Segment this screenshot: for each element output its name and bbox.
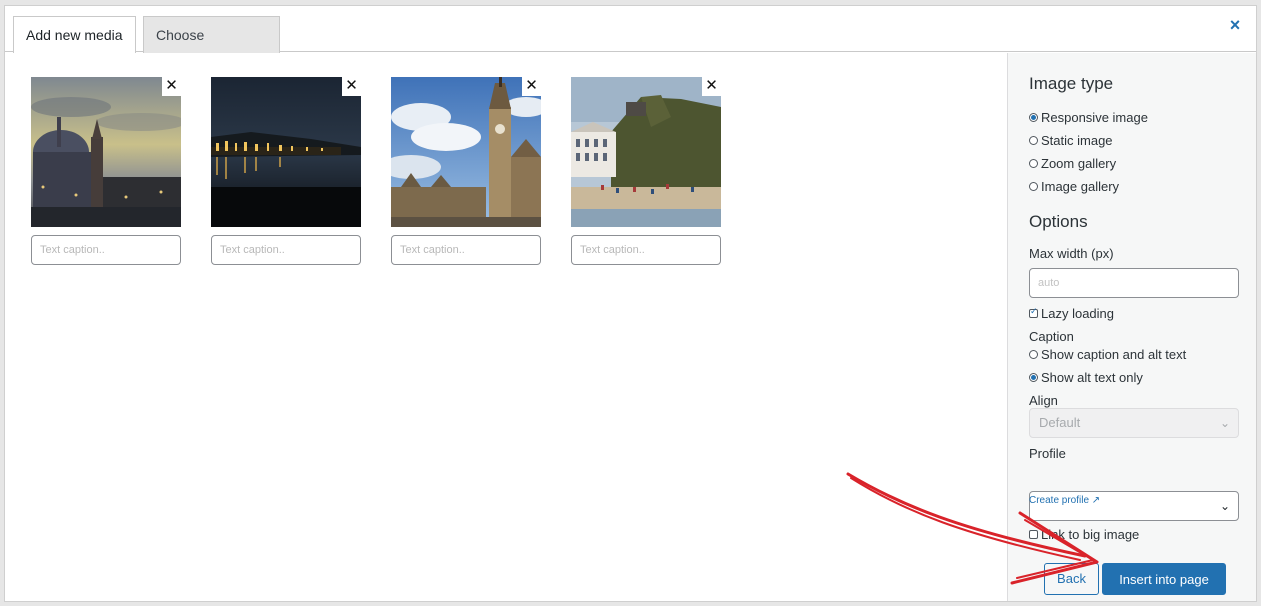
- media-item: ✕: [391, 77, 541, 265]
- media-grid: ✕ Text caption.. ✕ Text caption.. ✕ Text…: [5, 53, 1007, 601]
- caption-input[interactable]: [31, 235, 181, 265]
- radio-icon[interactable]: [1029, 135, 1038, 145]
- lazy-loading-checkbox[interactable]: Lazy loading: [1029, 305, 1114, 321]
- caption-input[interactable]: [391, 235, 541, 265]
- link-big-image-checkbox[interactable]: Link to big image: [1029, 526, 1139, 542]
- chevron-down-icon: ⌄: [1219, 499, 1230, 513]
- radio-label: Show caption and alt text: [1041, 346, 1187, 362]
- remove-image-icon[interactable]: ✕: [702, 77, 721, 96]
- media-thumbnail-cathedral: ✕: [31, 77, 181, 227]
- checkbox-label: Lazy loading: [1041, 305, 1114, 321]
- tab-bar: Add new media Choose shortcode ×: [5, 6, 1256, 79]
- align-value: Default: [1039, 415, 1081, 430]
- create-profile-link[interactable]: Create profile ↗: [1029, 495, 1100, 506]
- radio-responsive-image[interactable]: Responsive image: [1029, 109, 1148, 125]
- max-width-label: Max width (px): [1029, 246, 1114, 261]
- radio-label: Responsive image: [1041, 109, 1148, 125]
- radio-label: Show alt text only: [1041, 369, 1143, 385]
- radio-label: Image gallery: [1041, 178, 1120, 194]
- radio-show-caption-and-alt[interactable]: Show caption and alt text: [1029, 346, 1186, 362]
- radio-show-alt-only[interactable]: Show alt text only: [1029, 369, 1143, 385]
- tab-choose-shortcode[interactable]: Choose shortcode: [143, 16, 280, 79]
- remove-image-icon[interactable]: ✕: [162, 77, 181, 96]
- media-item: ✕: [31, 77, 181, 265]
- caption-input[interactable]: [571, 235, 721, 265]
- max-width-input[interactable]: [1029, 268, 1239, 298]
- radio-label: Static image: [1041, 132, 1113, 148]
- radio-label: Zoom gallery: [1041, 155, 1117, 171]
- caption-label: Caption: [1029, 329, 1074, 344]
- media-item: ✕: [571, 77, 721, 265]
- radio-icon[interactable]: [1029, 112, 1038, 122]
- radio-icon[interactable]: [1029, 349, 1038, 359]
- options-heading: Options: [1029, 212, 1088, 231]
- checkbox-icon[interactable]: [1029, 529, 1038, 539]
- remove-image-icon[interactable]: ✕: [342, 77, 361, 96]
- checkbox-label: Link to big image: [1041, 526, 1140, 542]
- caption-input[interactable]: [211, 235, 361, 265]
- back-button[interactable]: Back: [1044, 563, 1099, 595]
- media-thumbnail-belfry: ✕: [391, 77, 541, 227]
- settings-sidebar: Image type Responsive image Static image…: [1007, 53, 1256, 601]
- radio-icon[interactable]: [1029, 181, 1038, 191]
- tab-add-new-media[interactable]: Add new media: [13, 16, 136, 54]
- media-item: ✕: [211, 77, 361, 265]
- align-select: Default ⌄: [1029, 408, 1239, 438]
- radio-icon[interactable]: [1029, 158, 1038, 168]
- radio-icon[interactable]: [1029, 372, 1038, 382]
- checkbox-icon[interactable]: [1029, 306, 1038, 318]
- radio-image-gallery[interactable]: Image gallery: [1029, 178, 1119, 194]
- align-label: Align: [1029, 393, 1058, 408]
- radio-zoom-gallery[interactable]: Zoom gallery: [1029, 155, 1116, 171]
- chevron-down-icon: ⌄: [1219, 416, 1230, 430]
- radio-static-image[interactable]: Static image: [1029, 132, 1113, 148]
- profile-label: Profile: [1029, 446, 1066, 461]
- media-thumbnail-seaside: ✕: [571, 77, 721, 227]
- image-type-heading: Image type: [1029, 74, 1114, 93]
- media-thumbnail-harbour: ✕: [211, 77, 361, 227]
- remove-image-icon[interactable]: ✕: [522, 77, 541, 96]
- media-modal: Add new media Choose shortcode ×: [4, 5, 1257, 602]
- close-icon[interactable]: ×: [1226, 16, 1244, 34]
- insert-into-page-button[interactable]: Insert into page: [1102, 563, 1226, 595]
